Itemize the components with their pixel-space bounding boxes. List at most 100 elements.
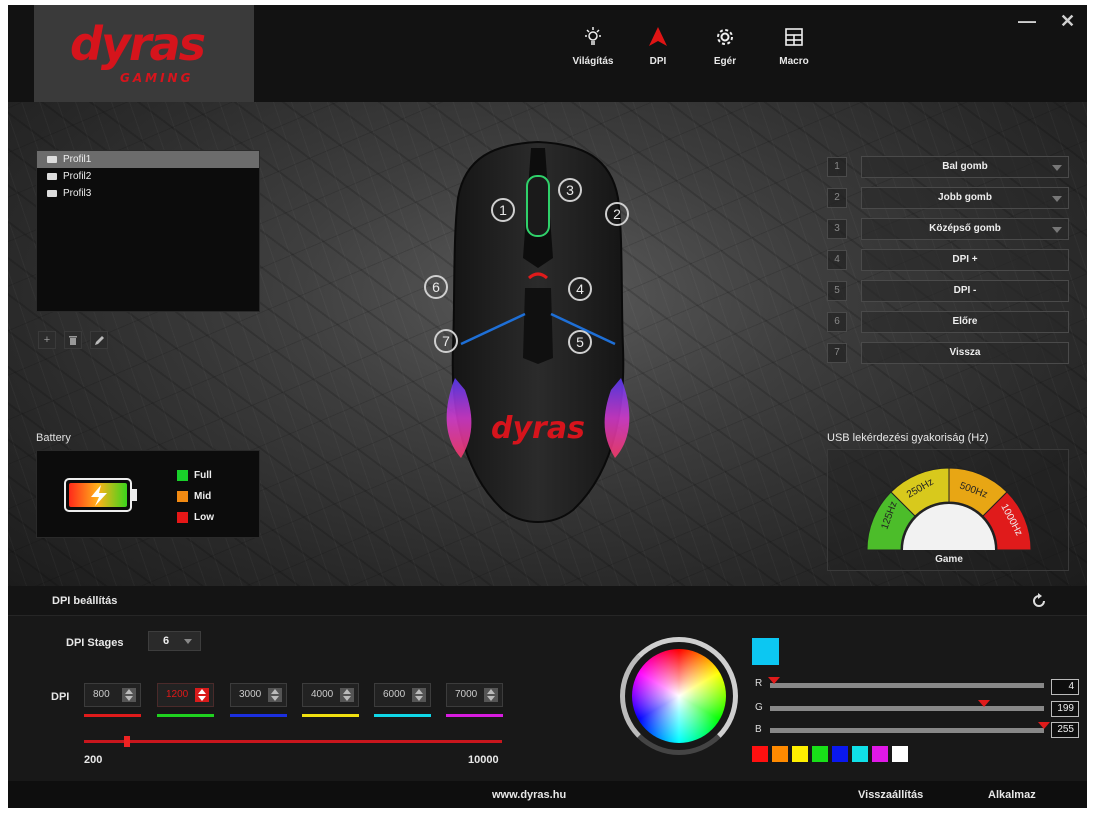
website-link[interactable]: www.dyras.hu — [492, 789, 566, 801]
add-profile-button[interactable]: + — [38, 331, 56, 349]
color-preset-4[interactable] — [812, 746, 828, 762]
color-preset-5[interactable] — [832, 746, 848, 762]
nav-tab-lighting[interactable]: Világítás — [563, 25, 623, 67]
spinner-icon[interactable] — [122, 688, 136, 702]
channel-r-track[interactable] — [770, 683, 1044, 688]
dpi-range-max: 10000 — [468, 754, 499, 766]
button-marker-7: 7 — [434, 329, 458, 353]
dpi-stage-3-color — [230, 714, 287, 717]
legend-label: Mid — [194, 491, 212, 502]
legend-label: Full — [194, 470, 212, 481]
apply-button[interactable]: Alkalmaz — [988, 789, 1036, 801]
channel-g-input[interactable]: 199 — [1051, 701, 1079, 717]
channel-r-marker[interactable] — [768, 677, 781, 684]
color-preset-3[interactable] — [792, 746, 808, 762]
color-preset-1[interactable] — [752, 746, 768, 762]
usb-polling-gauge: 125Hz 250Hz 500Hz 1000Hz Game — [827, 449, 1069, 571]
brand-name: dyras — [70, 17, 206, 71]
channel-b-track[interactable] — [770, 728, 1044, 733]
button-marker-4: 4 — [568, 277, 592, 301]
profile-label: Profil2 — [63, 171, 92, 182]
dpi-stage-6-color — [446, 714, 503, 717]
button-assignment-row: 7 Vissza — [827, 337, 1069, 368]
nav-label: Egér — [713, 56, 737, 67]
assignment-label: DPI - — [953, 285, 977, 296]
button-assignment-select[interactable]: Vissza — [861, 341, 1069, 364]
battery-panel: Full Mid Low — [36, 450, 260, 538]
dpi-stage-5-input[interactable]: 6000 — [374, 683, 431, 707]
polling-mode-label: Game — [935, 554, 963, 565]
profile-item[interactable]: Profil2 — [37, 168, 259, 185]
spinner-icon[interactable] — [268, 688, 282, 702]
delete-profile-button[interactable] — [64, 331, 82, 349]
color-wheel[interactable] — [620, 637, 738, 755]
button-index: 1 — [827, 156, 847, 177]
button-assignment-select[interactable]: Bal gomb — [861, 155, 1069, 178]
color-preset-6[interactable] — [852, 746, 868, 762]
nav-tab-dpi[interactable]: DPI — [628, 25, 688, 67]
channel-r-input[interactable]: 4 — [1051, 679, 1079, 695]
reset-icon[interactable] — [1030, 592, 1048, 610]
spinner-icon[interactable] — [412, 688, 426, 702]
dpi-value: 1200 — [166, 689, 189, 700]
button-assignment-select[interactable]: Középső gomb — [861, 217, 1069, 240]
spinner-icon[interactable] — [484, 688, 498, 702]
channel-b-input[interactable]: 255 — [1051, 722, 1079, 738]
usb-polling-title: USB lekérdezési gyakoriság (Hz) — [827, 432, 989, 444]
spinner-icon[interactable] — [195, 688, 209, 702]
button-assignment-row: 1 Bal gomb — [827, 151, 1069, 182]
dpi-stage-2-color — [157, 714, 214, 717]
dpi-stage-4-input[interactable]: 4000 — [302, 683, 359, 707]
color-preset-8[interactable] — [892, 746, 908, 762]
color-wheel-center — [632, 649, 726, 743]
dpi-stages-label: DPI Stages — [66, 637, 124, 649]
color-preset-2[interactable] — [772, 746, 788, 762]
dpi-stages-select[interactable]: 6 — [148, 631, 201, 651]
dpi-stage-1-input[interactable]: 800 — [84, 683, 141, 707]
battery-legend-mid: Mid — [177, 486, 214, 507]
dpi-stage-6-input[interactable]: 7000 — [446, 683, 503, 707]
nav-tab-mouse[interactable]: Egér — [695, 25, 755, 67]
profile-label: Profil3 — [63, 188, 92, 199]
button-marker-2: 2 — [605, 202, 629, 226]
channel-g-track[interactable] — [770, 706, 1044, 711]
dpi-settings-header: DPI beállítás — [8, 586, 1087, 616]
color-preset-7[interactable] — [872, 746, 888, 762]
dpi-label: DPI — [51, 691, 70, 703]
profile-item[interactable]: Profil1 — [37, 151, 259, 168]
restore-button[interactable]: Visszaállítás — [858, 789, 923, 801]
channel-g-marker[interactable] — [977, 700, 990, 707]
dpi-stages-value: 6 — [163, 635, 170, 647]
assignment-label: Vissza — [949, 347, 981, 358]
profile-item[interactable]: Profil3 — [37, 185, 259, 202]
dpi-range-min: 200 — [84, 754, 103, 766]
app-window: dyras GAMING Világítás DPI Egér Macro — … — [8, 5, 1087, 808]
mid-swatch — [177, 491, 188, 502]
profile-list: Profil1 Profil2 Profil3 — [36, 150, 260, 312]
close-button[interactable]: ✕ — [1060, 11, 1075, 32]
channel-b-marker[interactable] — [1038, 722, 1050, 729]
nav-label: DPI — [649, 56, 667, 67]
spinner-icon[interactable] — [340, 688, 354, 702]
dpi-slider-thumb[interactable] — [123, 736, 130, 747]
button-index: 7 — [827, 342, 847, 363]
dpi-value: 800 — [93, 689, 110, 700]
battery-icon — [64, 478, 137, 512]
pencil-icon — [94, 335, 104, 345]
dpi-slider-track[interactable] — [84, 740, 502, 743]
button-marker-5: 5 — [568, 330, 592, 354]
color-presets — [752, 746, 908, 762]
nav-tab-macro[interactable]: Macro — [764, 25, 824, 67]
button-assignment-select[interactable]: Előre — [861, 310, 1069, 333]
button-marker-6: 6 — [424, 275, 448, 299]
edit-profile-button[interactable] — [90, 331, 108, 349]
light-bulb-icon — [581, 25, 605, 49]
button-assignment-select[interactable]: DPI + — [861, 248, 1069, 271]
chevron-down-icon — [184, 639, 192, 644]
dpi-stage-2-input[interactable]: 1200 — [157, 683, 214, 707]
button-assignment-select[interactable]: DPI - — [861, 279, 1069, 302]
assignment-label: Középső gomb — [929, 223, 1001, 234]
button-assignment-select[interactable]: Jobb gomb — [861, 186, 1069, 209]
dpi-stage-3-input[interactable]: 3000 — [230, 683, 287, 707]
minimize-button[interactable]: — — [1018, 11, 1036, 32]
